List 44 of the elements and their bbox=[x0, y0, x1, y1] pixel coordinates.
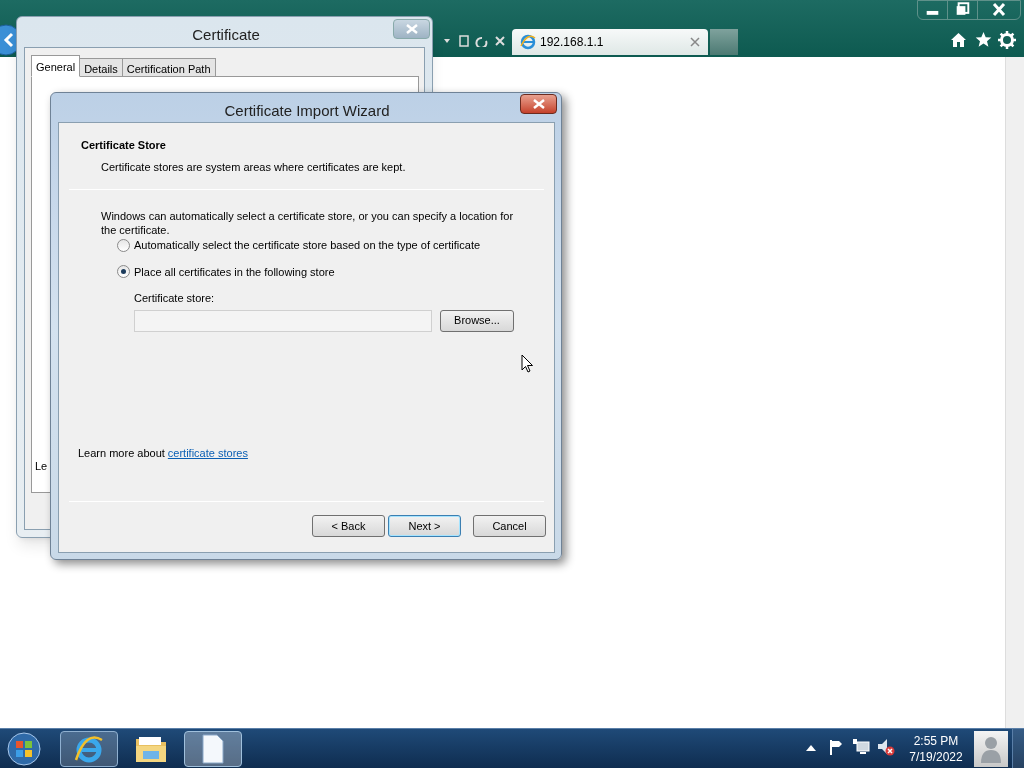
clock-date[interactable]: 7/19/2022 bbox=[909, 749, 963, 765]
window-title: Certificate bbox=[191, 25, 261, 45]
close-icon[interactable] bbox=[690, 37, 700, 47]
show-hidden-icons-icon[interactable] bbox=[806, 745, 816, 751]
flag-icon[interactable] bbox=[829, 739, 845, 755]
learn-more-text: Learn more about bbox=[78, 445, 165, 461]
browser-icon bbox=[74, 734, 104, 764]
partial-text: Le bbox=[35, 459, 48, 474]
folder-icon bbox=[135, 735, 167, 763]
wizard-button[interactable]: < Back bbox=[312, 515, 385, 537]
document-icon bbox=[201, 734, 225, 764]
close-icon bbox=[532, 99, 545, 109]
user-silhouette-icon bbox=[980, 735, 1002, 763]
learn-more-link[interactable]: certificate stores bbox=[167, 444, 248, 461]
tab-title: 192.168.1.1 bbox=[540, 34, 605, 51]
close-icon bbox=[405, 24, 418, 34]
home-icon[interactable] bbox=[950, 32, 967, 48]
browser-icon bbox=[520, 34, 536, 50]
network-icon[interactable] bbox=[852, 738, 870, 755]
browse-button[interactable]: Browse... bbox=[440, 309, 514, 332]
radio-label: Place all certificates in the following store bbox=[134, 264, 335, 280]
section-description: Certificate stores are system areas where certificates are kept. bbox=[101, 159, 407, 175]
address-controls-icon[interactable] bbox=[442, 35, 508, 47]
favorites-star-icon[interactable] bbox=[975, 31, 992, 48]
radio-label: Automatically select the certificate store based on the type of certificate bbox=[134, 238, 481, 253]
window-title: Certificate Import Wizard bbox=[223, 101, 391, 121]
store-input-field[interactable] bbox=[134, 309, 432, 332]
wizard-button[interactable]: Next > bbox=[388, 515, 461, 537]
user-tile[interactable] bbox=[974, 731, 1008, 767]
close-button[interactable] bbox=[520, 94, 557, 114]
instruction-text: Windows can automatically select a certificate store, or you can specify a location for the certificate. bbox=[101, 209, 515, 237]
settings-icon[interactable] bbox=[998, 31, 1016, 49]
start-button[interactable] bbox=[6, 731, 42, 767]
dialog-tab[interactable]: General bbox=[31, 55, 81, 77]
clock-time[interactable]: 2:55 PM bbox=[913, 733, 959, 749]
cursor-icon bbox=[521, 354, 534, 373]
radio-button[interactable] bbox=[117, 265, 130, 279]
section-heading: Certificate Store bbox=[81, 138, 167, 153]
wizard-button[interactable]: Cancel bbox=[473, 515, 546, 537]
show-desktop-button[interactable] bbox=[1012, 729, 1024, 768]
field-label: Certificate store: bbox=[134, 291, 216, 306]
muted-volume-icon[interactable] bbox=[877, 738, 895, 756]
browser-tab[interactable]: 192.168.1.1 bbox=[512, 29, 708, 55]
radio-button[interactable] bbox=[117, 238, 130, 252]
